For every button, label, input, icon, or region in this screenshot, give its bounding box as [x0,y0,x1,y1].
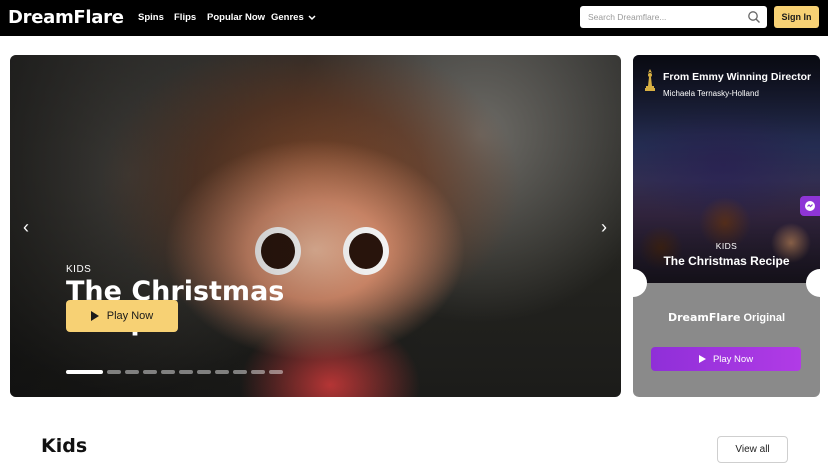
side-card-play-label: Play Now [712,353,754,365]
hero-overlay [10,55,621,397]
section-title-kids: Kids [41,435,88,457]
carousel-dot-6[interactable] [179,370,193,374]
view-all-button[interactable]: View all [717,436,788,463]
featured-side-card[interactable]: From Emmy Winning Director Michaela Tern… [633,55,820,397]
carousel-dot-11[interactable] [269,370,283,374]
hero-category: KIDS [66,264,92,275]
nav-genres-label: Genres [271,12,304,23]
sign-in-button[interactable]: Sign In [774,6,819,28]
carousel-dot-7[interactable] [197,370,211,374]
carousel-indicators [66,370,283,374]
side-card-title: The Christmas Recipe [663,254,790,268]
hero-play-label: Play Now [106,310,154,322]
side-card-play-button[interactable]: Play Now [651,347,801,371]
emmy-statuette-icon [645,69,655,91]
play-icon [698,355,706,363]
chat-bubble-icon[interactable] [800,196,820,216]
nav-popular-now[interactable]: Popular Now [207,12,265,23]
hero-banner[interactable]: ‹ › KIDS The Christmas Recipe Play Now [10,55,621,397]
carousel-dot-4[interactable] [143,370,157,374]
search-box [580,6,767,28]
carousel-dot-5[interactable] [161,370,175,374]
chevron-down-icon [308,14,316,20]
nav-flips[interactable]: Flips [174,12,196,23]
side-card-director: Michaela Ternasky-Holland [663,89,759,98]
side-card-category: KIDS [715,241,738,251]
carousel-dot-10[interactable] [251,370,265,374]
side-card-brand-suffix: Original [740,312,786,324]
carousel-dot-1[interactable] [66,370,103,374]
search-icon[interactable] [747,10,761,24]
dreamflare-original-label: DreamFlare Original [633,311,820,324]
carousel-dot-9[interactable] [233,370,247,374]
side-card-tagline: From Emmy Winning Director [663,71,812,83]
dreamflare-logo[interactable]: DreamFlare [8,7,124,28]
carousel-dot-3[interactable] [125,370,139,374]
nav-spins[interactable]: Spins [138,12,164,23]
hero-play-button[interactable]: Play Now [66,300,178,332]
play-icon [90,311,99,321]
hero-prev-arrow[interactable]: ‹ [18,217,34,237]
carousel-dot-8[interactable] [215,370,229,374]
top-navbar: DreamFlare Spins Flips Popular Now Genre… [0,0,828,36]
side-card-artwork: From Emmy Winning Director Michaela Tern… [633,55,820,283]
search-input[interactable] [580,6,740,28]
nav-genres[interactable]: Genres [271,12,316,23]
hero-next-arrow[interactable]: › [596,217,612,237]
carousel-dot-2[interactable] [107,370,121,374]
side-card-brand: DreamFlare [667,311,741,324]
